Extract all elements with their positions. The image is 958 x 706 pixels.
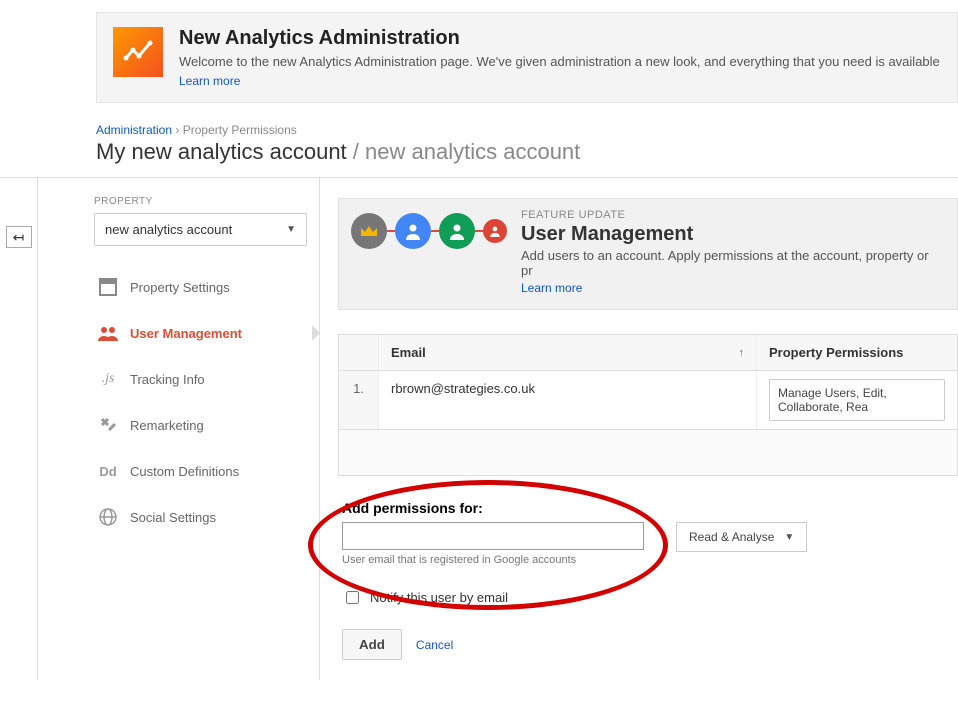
users-icon xyxy=(98,323,118,343)
feature-body: Add users to an account. Apply permissio… xyxy=(521,248,937,278)
cancel-link[interactable]: Cancel xyxy=(416,638,453,652)
left-rail: ↤ xyxy=(0,178,38,680)
analytics-logo-icon xyxy=(113,27,163,77)
back-button[interactable]: ↤ xyxy=(6,226,32,248)
property-selector-value: new analytics account xyxy=(105,222,232,237)
person-icon xyxy=(483,219,507,243)
definitions-icon: Dd xyxy=(98,461,118,481)
sidebar-item-label: User Management xyxy=(130,326,242,341)
breadcrumb-root[interactable]: Administration xyxy=(96,123,172,137)
add-email-hint: User email that is registered in Google … xyxy=(342,554,958,566)
permission-levels-icon xyxy=(351,209,507,249)
add-button[interactable]: Add xyxy=(342,629,402,660)
sidebar-section-label: PROPERTY xyxy=(94,196,307,207)
admin-banner: New Analytics Administration Welcome to … xyxy=(96,12,958,103)
breadcrumb: Administration › Property Permissions xyxy=(96,123,958,137)
main-content: FEATURE UPDATE User Management Add users… xyxy=(320,178,958,680)
sidebar-item-custom-definitions[interactable]: Dd Custom Definitions xyxy=(94,448,307,494)
table-row[interactable]: 1. rbrown@strategies.co.uk Manage Users,… xyxy=(339,371,957,430)
sidebar: PROPERTY new analytics account ▼ Propert… xyxy=(38,178,320,680)
sidebar-item-label: Remarketing xyxy=(130,418,204,433)
feature-text: FEATURE UPDATE User Management Add users… xyxy=(521,209,937,295)
sidebar-item-label: Custom Definitions xyxy=(130,464,239,479)
permission-dropdown[interactable]: Read & Analyse ▼ xyxy=(676,522,807,552)
js-icon: .js xyxy=(98,369,118,389)
user-table: Email ↑ Property Permissions 1. rbrown@s… xyxy=(338,334,958,430)
notify-label: Notify this user by email xyxy=(370,590,508,605)
row-index: 1. xyxy=(339,371,379,429)
add-permissions-section: Add permissions for: User email that is … xyxy=(338,500,958,660)
add-heading: Add permissions for: xyxy=(342,500,958,516)
page-title: My new analytics account / new analytics… xyxy=(96,139,958,165)
sidebar-item-property-settings[interactable]: Property Settings xyxy=(94,264,307,310)
row-permissions: Manage Users, Edit, Collaborate, Rea xyxy=(757,371,957,429)
col-permissions[interactable]: Property Permissions xyxy=(757,335,957,370)
permission-dropdown-value: Read & Analyse xyxy=(689,530,774,544)
sort-asc-icon: ↑ xyxy=(739,347,745,359)
person-icon xyxy=(439,213,475,249)
person-icon xyxy=(395,213,431,249)
property-selector[interactable]: new analytics account ▼ xyxy=(94,213,307,246)
feature-title: User Management xyxy=(521,223,937,246)
chevron-down-icon: ▼ xyxy=(286,224,296,235)
chevron-down-icon: ▼ xyxy=(784,532,794,543)
sidebar-item-remarketing[interactable]: Remarketing xyxy=(94,402,307,448)
sidebar-item-label: Tracking Info xyxy=(130,372,205,387)
feature-eyebrow: FEATURE UPDATE xyxy=(521,209,937,221)
banner-title: New Analytics Administration xyxy=(179,27,940,50)
table-footer-spacer xyxy=(338,430,958,476)
notify-row: Notify this user by email xyxy=(342,588,958,607)
remarketing-icon xyxy=(98,415,118,435)
banner-text: New Analytics Administration Welcome to … xyxy=(179,27,940,88)
property-name: new analytics account xyxy=(365,139,580,164)
col-email[interactable]: Email ↑ xyxy=(379,335,757,370)
banner-learn-more-link[interactable]: Learn more xyxy=(179,74,240,88)
feature-update-box: FEATURE UPDATE User Management Add users… xyxy=(338,198,958,310)
notify-checkbox[interactable] xyxy=(346,591,359,604)
table-header: Email ↑ Property Permissions xyxy=(339,335,957,371)
sidebar-item-label: Property Settings xyxy=(130,280,230,295)
sidebar-item-tracking-info[interactable]: .js Tracking Info xyxy=(94,356,307,402)
breadcrumb-current: Property Permissions xyxy=(183,123,297,137)
add-email-input[interactable] xyxy=(342,522,644,550)
banner-body: Welcome to the new Analytics Administrat… xyxy=(179,54,940,69)
account-name: My new analytics account xyxy=(96,139,347,164)
feature-learn-more-link[interactable]: Learn more xyxy=(521,281,582,295)
sidebar-item-user-management[interactable]: User Management xyxy=(94,310,307,356)
row-email: rbrown@strategies.co.uk xyxy=(379,371,757,429)
sidebar-item-social-settings[interactable]: Social Settings xyxy=(94,494,307,540)
globe-icon xyxy=(98,507,118,527)
settings-grid-icon xyxy=(98,277,118,297)
sidebar-item-label: Social Settings xyxy=(130,510,216,525)
permission-pill[interactable]: Manage Users, Edit, Collaborate, Rea xyxy=(769,379,945,421)
add-actions: Add Cancel xyxy=(342,629,958,660)
crown-icon xyxy=(351,213,387,249)
